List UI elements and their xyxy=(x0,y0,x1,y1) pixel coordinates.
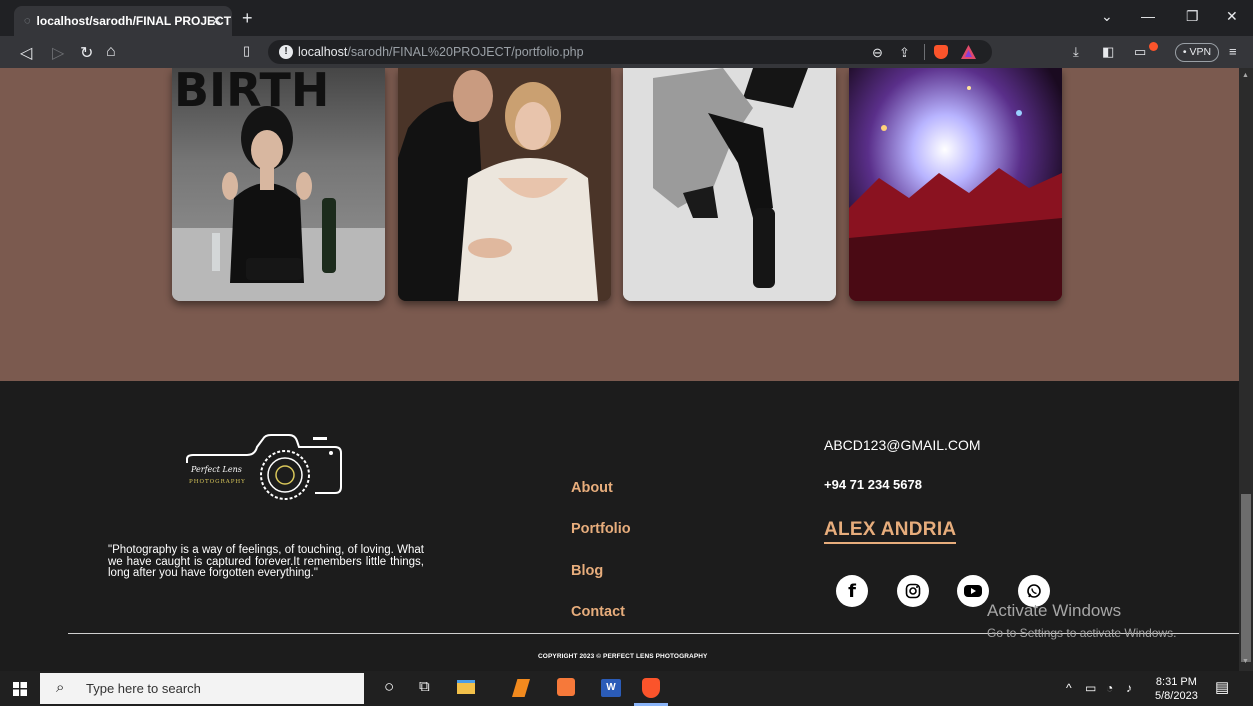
download-icon[interactable]: ⤓ xyxy=(1073,44,1079,60)
contact-phone: +94 71 234 5678 xyxy=(824,477,922,492)
window-close-icon[interactable]: ✕ xyxy=(1226,8,1238,25)
brave-shields-icon[interactable] xyxy=(934,45,948,59)
scroll-down-icon[interactable]: ▼ xyxy=(1242,658,1249,665)
activate-windows-subtitle: Go to Settings to activate Windows. xyxy=(987,626,1177,640)
url-path: /sarodh/FINAL%20PROJECT/portfolio.php xyxy=(347,45,584,59)
word-icon[interactable]: W xyxy=(601,679,621,697)
task-view-icon[interactable]: ⧉ xyxy=(419,678,439,698)
reload-icon[interactable]: ↻ xyxy=(80,43,93,63)
wallet-icon[interactable]: ▭ xyxy=(1134,44,1146,60)
taskbar-clock[interactable]: 8:31 PM 5/8/2023 xyxy=(1155,675,1198,703)
logo-text: Perfect Lens xyxy=(190,465,242,474)
vpn-button[interactable]: • VPN xyxy=(1175,43,1219,62)
gallery-photo-concert[interactable] xyxy=(849,68,1062,301)
browser-tab[interactable]: ◌ localhost/sarodh/FINAL PROJECT ✕ xyxy=(14,6,232,36)
scroll-thumb[interactable] xyxy=(1241,494,1251,662)
tray-chevron-icon[interactable]: ^ xyxy=(1066,681,1072,695)
sublime-text-icon[interactable] xyxy=(512,679,530,697)
forward-icon[interactable]: ▷ xyxy=(52,43,64,63)
notifications-icon[interactable]: ▤ xyxy=(1215,678,1229,696)
page-scrollbar[interactable]: ▲ ▼ xyxy=(1239,68,1253,671)
url-divider xyxy=(924,44,925,60)
gallery-photo-birthday[interactable]: BIRTH xyxy=(172,68,385,301)
instagram-icon[interactable] xyxy=(897,575,929,607)
new-tab-button[interactable]: + xyxy=(242,8,253,29)
minimize-icon[interactable]: — xyxy=(1141,8,1155,24)
copyright-text: COPYRIGHT 2023 © PERFECT LENS PHOTOGRAPH… xyxy=(538,653,708,660)
windows-start-icon[interactable] xyxy=(13,682,27,696)
address-toolbar: ◁ ▷ ↻ ⌂ ▯ ! localhost/sarodh/FINAL%20PRO… xyxy=(0,36,1253,68)
footer-quote: "Photography is a way of feelings, of to… xyxy=(108,544,424,579)
restore-icon[interactable]: ❐ xyxy=(1186,8,1199,25)
footer-link-contact[interactable]: Contact xyxy=(571,604,625,620)
browser-tab-bar: ◌ localhost/sarodh/FINAL PROJECT ✕ + ⌄ —… xyxy=(0,0,1253,36)
footer-link-about[interactable]: About xyxy=(571,480,613,496)
clock-time: 8:31 PM xyxy=(1155,676,1197,688)
cortana-icon[interactable]: ○ xyxy=(384,677,404,697)
file-explorer-icon[interactable] xyxy=(457,680,475,694)
brave-rewards-icon[interactable] xyxy=(961,45,976,59)
site-info-icon[interactable]: ! xyxy=(279,45,293,59)
brave-browser-icon[interactable] xyxy=(642,678,660,698)
clock-date: 5/8/2023 xyxy=(1155,690,1198,702)
notification-badge xyxy=(1149,42,1158,51)
svg-text:BIRTH: BIRTH xyxy=(174,68,329,117)
activate-windows-title: Activate Windows xyxy=(987,601,1122,620)
volume-icon[interactable]: ♪ xyxy=(1126,681,1132,695)
wifi-icon[interactable]: ◔ xyxy=(1106,681,1113,695)
menu-icon[interactable]: ≡ xyxy=(1229,44,1237,59)
share-icon[interactable]: ⇪ xyxy=(899,45,910,61)
gallery-photo-fashion[interactable] xyxy=(623,68,836,301)
search-placeholder: Type here to search xyxy=(86,681,201,696)
perfect-lens-logo[interactable]: Perfect Lens PHOTOGRAPHY xyxy=(185,429,345,501)
owner-name: ALEX ANDRIA xyxy=(824,519,957,544)
scroll-up-icon[interactable]: ▲ xyxy=(1242,72,1249,79)
back-icon[interactable]: ◁ xyxy=(20,43,32,63)
tab-search-icon[interactable]: ⌄ xyxy=(1101,8,1113,25)
tab-title: localhost/sarodh/FINAL PROJECT xyxy=(36,14,232,28)
facebook-icon[interactable]: f xyxy=(836,575,868,607)
youtube-icon[interactable] xyxy=(957,575,989,607)
site-footer: Perfect Lens PHOTOGRAPHY "Photography is… xyxy=(0,381,1239,671)
home-icon[interactable]: ⌂ xyxy=(106,43,116,61)
portfolio-gallery: BIRTH xyxy=(0,68,1239,381)
zoom-icon[interactable]: ⊖ xyxy=(872,45,883,61)
contact-email[interactable]: ABCD123@GMAIL.COM xyxy=(824,437,981,453)
gallery-photo-wedding[interactable] xyxy=(398,68,611,301)
xampp-icon[interactable] xyxy=(557,678,575,696)
close-tab-icon[interactable]: ✕ xyxy=(211,13,222,29)
sidebar-icon[interactable]: ◧ xyxy=(1102,44,1114,60)
page-viewport: BIRTH Perfect Lens PHOTOGRAPHY "Photogra… xyxy=(0,68,1239,671)
globe-icon: ◌ xyxy=(24,15,31,27)
footer-link-portfolio[interactable]: Portfolio xyxy=(571,521,631,537)
windows-taskbar: ⌕ Type here to search ○ ⧉ W ^ ▭ ◔ ♪ 8:31… xyxy=(0,671,1253,706)
battery-icon[interactable]: ▭ xyxy=(1085,681,1096,695)
logo-subtext: PHOTOGRAPHY xyxy=(189,479,246,485)
url-field[interactable]: ! localhost/sarodh/FINAL%20PROJECT/portf… xyxy=(268,40,992,64)
footer-link-blog[interactable]: Blog xyxy=(571,563,603,579)
url-host: localhost xyxy=(298,45,348,59)
bookmark-icon[interactable]: ▯ xyxy=(243,43,250,59)
taskbar-search-input[interactable]: ⌕ Type here to search xyxy=(40,673,364,704)
search-icon: ⌕ xyxy=(56,679,65,696)
